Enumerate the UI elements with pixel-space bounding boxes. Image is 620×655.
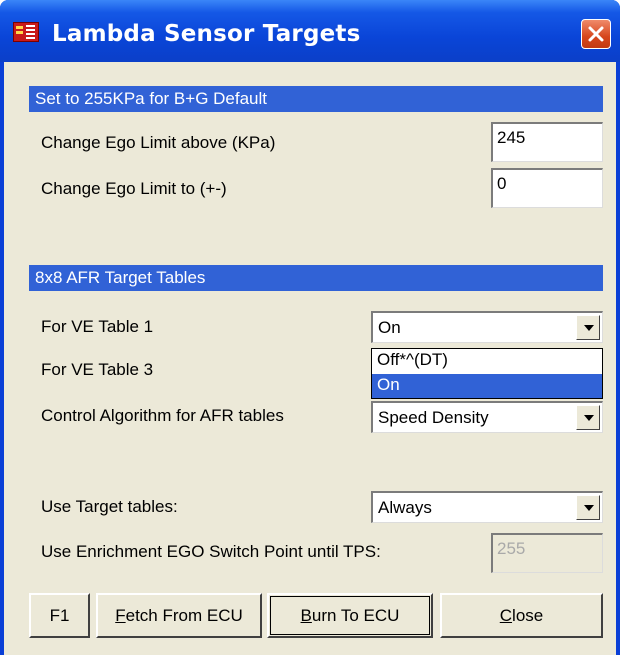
dropdown-option-off[interactable]: Off*^(DT): [372, 349, 602, 373]
ve-table1-value: On: [378, 318, 401, 337]
use-target-tables-select[interactable]: Always: [371, 491, 603, 523]
window-title: Lambda Sensor Targets: [52, 21, 361, 47]
enrichment-tps-label: Use Enrichment EGO Switch Point until TP…: [41, 542, 381, 561]
use-target-tables-label: Use Target tables:: [41, 497, 178, 516]
chevron-down-icon[interactable]: [576, 495, 600, 520]
close-button[interactable]: Close: [440, 593, 603, 638]
ego-limit-to-label: Change Ego Limit to (+-): [41, 179, 227, 198]
enrichment-tps-input: 255: [491, 533, 603, 573]
chevron-down-icon[interactable]: [576, 315, 600, 340]
close-icon[interactable]: [581, 19, 611, 49]
fetch-label: etch From ECU: [125, 605, 243, 625]
section-header-ego: Set to 255KPa for B+G Default: [29, 86, 603, 112]
ve-table3-label: For VE Table 3: [41, 360, 154, 379]
close-mnemonic: C: [499, 605, 513, 625]
control-algorithm-label: Control Algorithm for AFR tables: [41, 406, 284, 425]
ego-limit-above-label: Change Ego Limit above (KPa): [41, 133, 276, 152]
ve-table1-dropdown-list: Off*^(DT) On: [371, 348, 603, 399]
ve-table1-label: For VE Table 1: [41, 317, 154, 336]
use-target-tables-value: Always: [378, 498, 432, 517]
f1-help-button[interactable]: F1: [29, 593, 90, 638]
fetch-mnemonic: F: [115, 605, 126, 625]
close-label: lose: [512, 605, 544, 625]
app-icon: [13, 22, 39, 42]
burn-label: urn To ECU: [311, 605, 400, 625]
title-bar[interactable]: Lambda Sensor Targets: [0, 0, 620, 62]
dropdown-option-on[interactable]: On: [372, 374, 602, 398]
ve-table1-select[interactable]: On: [371, 311, 603, 343]
dialog-window: Lambda Sensor Targets Set to 255KPa for …: [0, 0, 620, 655]
control-algorithm-value: Speed Density: [378, 408, 489, 427]
fetch-from-ecu-button[interactable]: Fetch From ECU: [96, 593, 262, 638]
ego-limit-to-input[interactable]: 0: [491, 168, 603, 208]
section-header-afr: 8x8 AFR Target Tables: [29, 265, 603, 291]
burn-mnemonic: B: [300, 605, 312, 625]
control-algorithm-select[interactable]: Speed Density: [371, 401, 603, 433]
chevron-down-icon[interactable]: [576, 405, 600, 430]
ego-limit-above-input[interactable]: 245: [491, 122, 603, 162]
burn-to-ecu-button[interactable]: Burn To ECU: [267, 593, 433, 638]
